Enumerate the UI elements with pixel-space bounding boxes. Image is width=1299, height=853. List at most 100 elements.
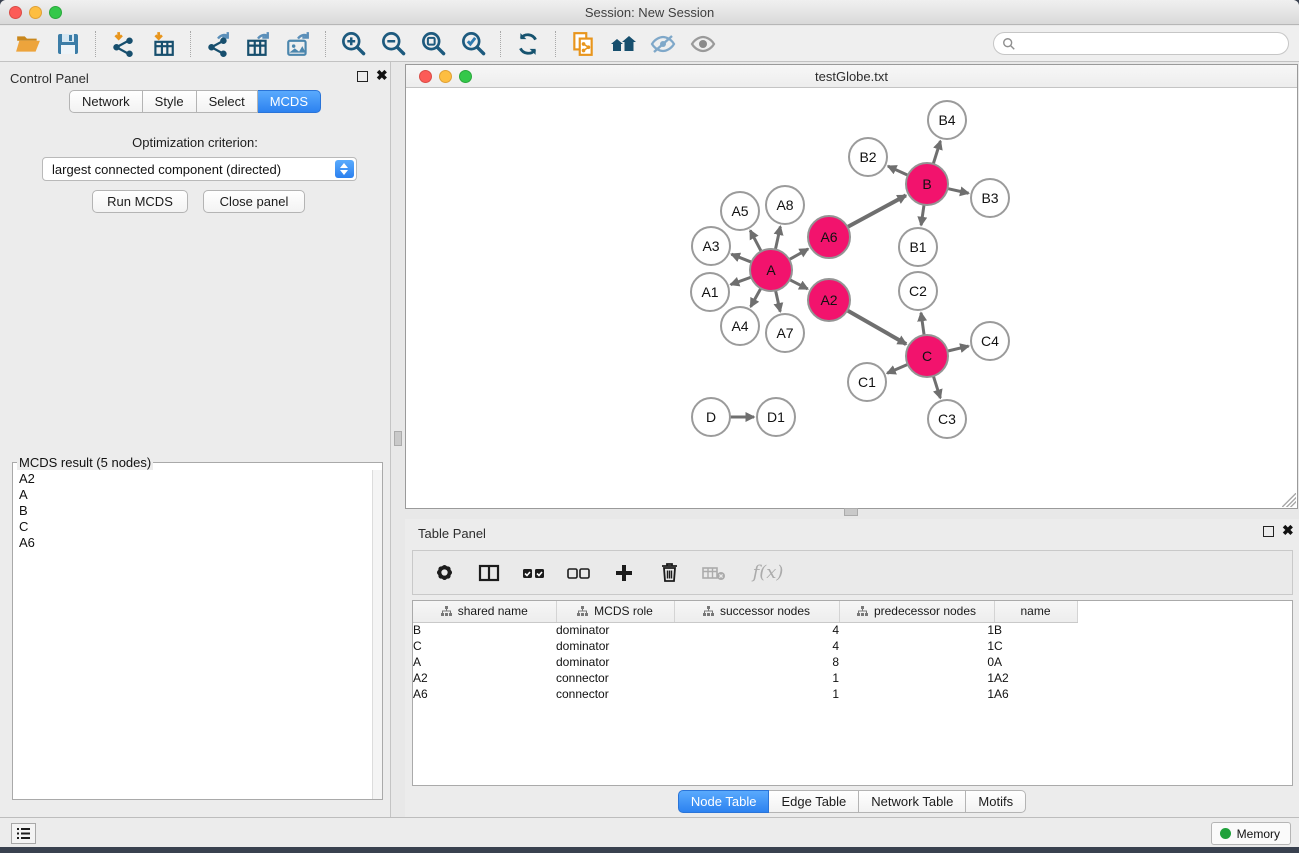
graph-node-B3[interactable]: B3	[970, 178, 1010, 218]
tab-motifs[interactable]: Motifs	[966, 790, 1026, 813]
graph-node-B1[interactable]: B1	[898, 227, 938, 267]
graph-node-D1[interactable]: D1	[756, 397, 796, 437]
graph-edge-C-C1[interactable]	[887, 364, 908, 373]
column-header-mcds-role[interactable]: MCDS role	[556, 601, 674, 622]
duplicate-network-button[interactable]	[563, 28, 603, 60]
table-row[interactable]: A2connector11A2	[413, 670, 1292, 686]
tab-edge-table[interactable]: Edge Table	[769, 790, 859, 813]
table-row[interactable]: A6connector11A6	[413, 686, 1292, 702]
window-resize-grip[interactable]	[1282, 493, 1296, 507]
graph-node-A3[interactable]: A3	[691, 226, 731, 266]
graph-edge-B-B3[interactable]	[947, 189, 968, 194]
export-table-button[interactable]	[238, 28, 278, 60]
graph-node-B[interactable]: B	[905, 162, 949, 206]
graph-node-A6[interactable]: A6	[807, 215, 851, 259]
graph-node-D[interactable]: D	[691, 397, 731, 437]
table-settings-button[interactable]	[429, 558, 459, 588]
tab-network[interactable]: Network	[69, 90, 143, 113]
tab-mcds[interactable]: MCDS	[258, 90, 321, 113]
column-header-predecessor-nodes[interactable]: predecessor nodes	[839, 601, 994, 622]
select-all-columns-button[interactable]	[519, 558, 549, 588]
search-field[interactable]	[993, 32, 1289, 55]
graph-edge-A2-C[interactable]	[847, 310, 906, 344]
graph-edge-B-B1[interactable]	[921, 205, 924, 225]
delete-button[interactable]	[654, 558, 684, 588]
column-header-shared-name[interactable]: shared name	[413, 601, 556, 622]
result-item[interactable]: B	[19, 503, 366, 519]
table-row[interactable]: Adominator80A	[413, 654, 1292, 670]
network-window-titlebar[interactable]: testGlobe.txt	[406, 65, 1297, 88]
graph-node-A[interactable]: A	[749, 248, 793, 292]
graph-edge-A-A3[interactable]	[731, 254, 751, 262]
hide-selected-button[interactable]	[643, 28, 683, 60]
show-selected-button[interactable]	[683, 28, 723, 60]
graph-node-B4[interactable]: B4	[927, 100, 967, 140]
graph-edge-A-A8[interactable]	[775, 227, 780, 250]
graph-node-C[interactable]: C	[905, 334, 949, 378]
graph-edge-B-B2[interactable]	[888, 166, 908, 175]
zoom-fit-button[interactable]	[413, 28, 453, 60]
tab-select[interactable]: Select	[197, 90, 258, 113]
zoom-selected-button[interactable]	[453, 28, 493, 60]
graph-node-A4[interactable]: A4	[720, 306, 760, 346]
import-network-button[interactable]	[103, 28, 143, 60]
graph-node-C4[interactable]: C4	[970, 321, 1010, 361]
float-table-panel-icon[interactable]	[1263, 526, 1274, 537]
table-row[interactable]: Cdominator41C	[413, 638, 1292, 654]
add-column-button[interactable]	[609, 558, 639, 588]
tab-style[interactable]: Style	[143, 90, 197, 113]
result-item[interactable]: A6	[19, 535, 366, 551]
result-item[interactable]: A2	[19, 471, 366, 487]
run-mcds-button[interactable]: Run MCDS	[92, 190, 188, 213]
graph-node-A8[interactable]: A8	[765, 185, 805, 225]
optimization-criterion-select[interactable]: largest connected component (directed)	[42, 157, 357, 181]
graph-node-A2[interactable]: A2	[807, 278, 851, 322]
close-panel-icon[interactable]: ✖	[376, 68, 388, 82]
home-view-button[interactable]	[603, 28, 643, 60]
close-table-panel-icon[interactable]: ✖	[1282, 523, 1294, 537]
deselect-all-columns-button[interactable]	[564, 558, 594, 588]
show-panels-button[interactable]	[11, 823, 36, 844]
zoom-out-button[interactable]	[373, 28, 413, 60]
float-panel-icon[interactable]	[357, 71, 368, 82]
graph-edge-B-B4[interactable]	[933, 141, 940, 164]
close-panel-button[interactable]: Close panel	[203, 190, 305, 213]
graph-node-A5[interactable]: A5	[720, 191, 760, 231]
mcds-result-list[interactable]: A2ABCA6	[13, 470, 372, 799]
graph-node-A7[interactable]: A7	[765, 313, 805, 353]
graph-node-B2[interactable]: B2	[848, 137, 888, 177]
graph-node-C3[interactable]: C3	[927, 399, 967, 439]
export-network-button[interactable]	[198, 28, 238, 60]
delete-table-button[interactable]	[699, 558, 729, 588]
result-item[interactable]: C	[19, 519, 366, 535]
graph-edge-A-A2[interactable]	[790, 280, 808, 289]
column-header-successor-nodes[interactable]: successor nodes	[674, 601, 839, 622]
splitter-handle-vertical[interactable]	[394, 431, 402, 446]
graph-edge-A-A5[interactable]	[750, 230, 761, 251]
tab-node-table[interactable]: Node Table	[678, 790, 770, 813]
table-row[interactable]: Bdominator41B	[413, 622, 1292, 638]
save-session-button[interactable]	[48, 28, 88, 60]
column-header-name[interactable]: name	[994, 601, 1077, 622]
graph-edge-C-C4[interactable]	[947, 346, 968, 351]
graph-edge-A-A1[interactable]	[731, 277, 752, 284]
graph-edge-A-A7[interactable]	[776, 290, 781, 311]
result-item[interactable]: A	[19, 487, 366, 503]
graph-node-A1[interactable]: A1	[690, 272, 730, 312]
open-file-button[interactable]	[8, 28, 48, 60]
export-image-button[interactable]	[278, 28, 318, 60]
result-scrollbar[interactable]	[372, 470, 382, 799]
split-columns-button[interactable]	[474, 558, 504, 588]
node-table[interactable]: shared name MCDS role successor nodes pr…	[412, 600, 1293, 786]
function-builder-button[interactable]: f(x)	[744, 558, 792, 588]
graph-canvas[interactable]: B4B2BB3A5A8A6A3B1AC2A1A2A4A7C4CC1C3DD1	[406, 88, 1297, 508]
graph-edge-C-C3[interactable]	[933, 376, 940, 398]
zoom-in-button[interactable]	[333, 28, 373, 60]
graph-edge-C-C2[interactable]	[921, 313, 924, 335]
tab-network-table[interactable]: Network Table	[859, 790, 966, 813]
search-input[interactable]	[1021, 37, 1280, 51]
refresh-view-button[interactable]	[508, 28, 548, 60]
memory-button[interactable]: Memory	[1211, 822, 1291, 845]
graph-edge-A-A4[interactable]	[751, 288, 761, 306]
graph-node-C1[interactable]: C1	[847, 362, 887, 402]
